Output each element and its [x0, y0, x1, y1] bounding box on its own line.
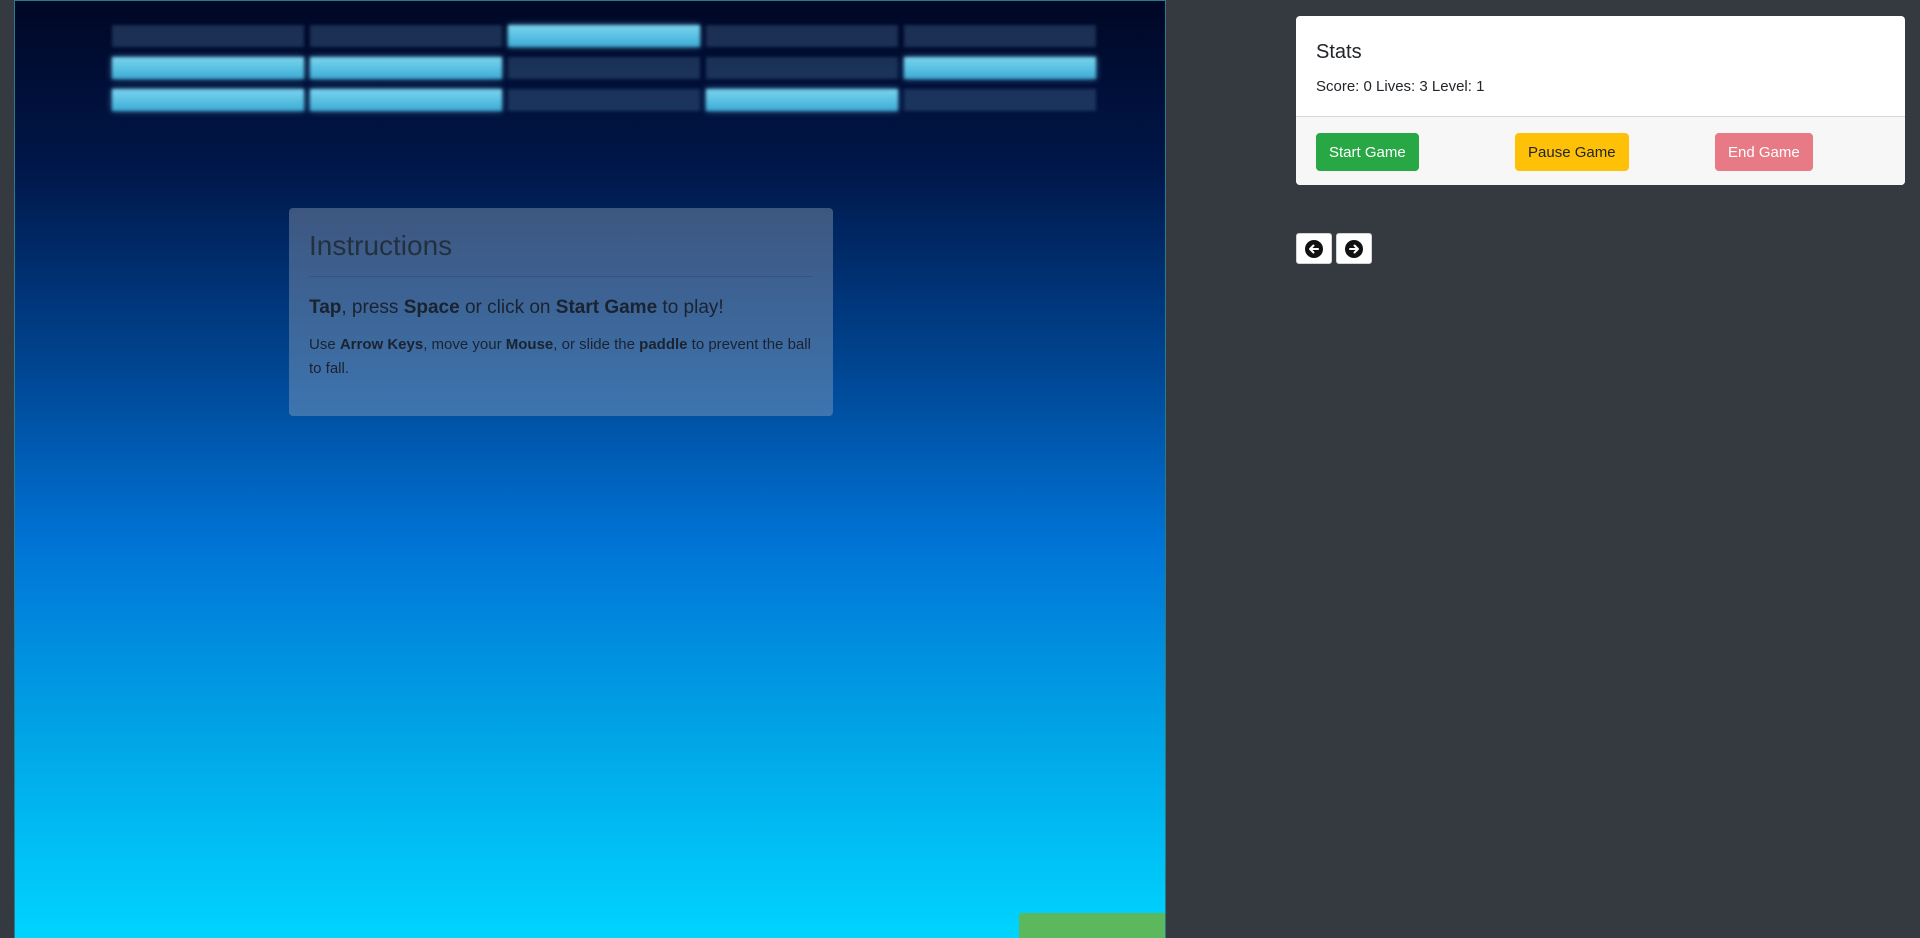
emphasis-text: Arrow Keys	[339, 336, 424, 353]
paddle[interactable]	[1019, 913, 1165, 938]
brick	[904, 89, 1096, 111]
instructions-lead: Tap, press Space or click on Start Game …	[309, 295, 813, 321]
pause-game-button[interactable]: Pause Game	[1515, 133, 1629, 171]
text-run: , move your	[423, 336, 506, 353]
brick	[112, 25, 304, 47]
next-button[interactable]	[1336, 233, 1372, 264]
brick	[508, 57, 700, 79]
brick	[310, 57, 502, 79]
brick	[904, 25, 1096, 47]
previous-button[interactable]	[1296, 233, 1332, 264]
stats-footer: Start Game Pause Game End Game	[1296, 116, 1905, 185]
text-run: or click on	[459, 297, 556, 318]
emphasis-text: Tap	[309, 297, 342, 318]
brick	[112, 57, 304, 79]
instructions-panel: Instructions Tap, press Space or click o…	[289, 208, 833, 416]
stats-line: Score: 0 Lives: 3 Level: 1	[1316, 78, 1485, 95]
instructions-detail: Use Arrow Keys, move your Mouse, or slid…	[309, 333, 813, 381]
start-game-button[interactable]: Start Game	[1316, 133, 1419, 171]
arrow-left-circle-icon	[1305, 239, 1323, 258]
stats-title: Stats	[1316, 41, 1362, 63]
text-run: , press	[341, 297, 404, 318]
brick	[508, 89, 700, 111]
brick	[310, 89, 502, 111]
game-canvas[interactable]: Instructions Tap, press Space or click o…	[14, 0, 1166, 938]
instructions-title: Instructions	[309, 228, 813, 277]
brick	[706, 57, 898, 79]
emphasis-text: Start Game	[555, 297, 658, 318]
stats-card: Stats Score: 0 Lives: 3 Level: 1 Start G…	[1296, 16, 1905, 185]
brick	[706, 89, 898, 111]
brick	[706, 25, 898, 47]
emphasis-text: paddle	[639, 336, 688, 353]
brick	[112, 89, 304, 111]
brick	[310, 25, 502, 47]
text-run: to play!	[657, 297, 724, 318]
brick	[508, 25, 700, 47]
end-game-button[interactable]: End Game	[1715, 133, 1813, 171]
text-run: Use	[309, 336, 340, 353]
emphasis-text: Mouse	[505, 336, 554, 353]
brick	[904, 57, 1096, 79]
arrow-right-circle-icon	[1345, 239, 1363, 258]
emphasis-text: Space	[403, 297, 460, 318]
text-run: , or slide the	[553, 336, 640, 353]
